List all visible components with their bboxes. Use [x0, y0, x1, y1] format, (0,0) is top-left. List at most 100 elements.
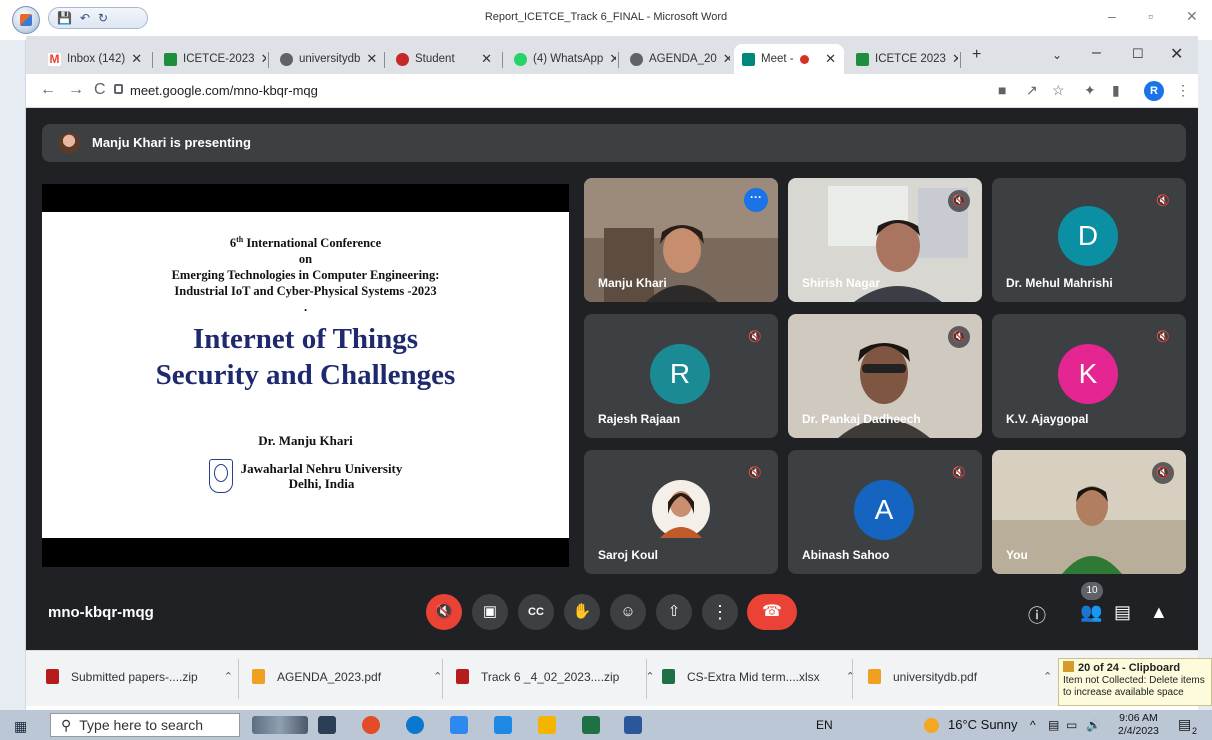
weather-text[interactable]: 16°C Sunny [948, 717, 1018, 732]
avatar [58, 132, 80, 154]
chrome-icon [630, 52, 643, 66]
download-item[interactable]: AGENDA_2023.pdf ⌃ [252, 669, 442, 684]
close-icon[interactable]: ✕ [131, 51, 142, 67]
word-scrollbar[interactable] [1198, 40, 1212, 710]
file-explorer-icon[interactable] [538, 716, 556, 734]
word-window-title: Report_ICETCE_Track 6_FINAL - Microsoft … [484, 11, 728, 23]
excel-icon[interactable] [582, 716, 600, 734]
notification-icon[interactable]: ▤ [1178, 716, 1191, 733]
raise-hand-button[interactable]: ✋ [564, 594, 600, 630]
downloads-bar: Submitted papers-....zip ⌃ AGENDA_2023.p… [26, 650, 1198, 706]
more-options-button[interactable]: ··· [744, 188, 768, 212]
tab-agenda[interactable]: AGENDA_20 ✕ [622, 44, 730, 74]
taskbar-search[interactable]: ⚲ Type here to search [50, 713, 240, 737]
download-item[interactable]: CS-Extra Mid term....xlsx ⌃ [662, 669, 855, 684]
profile-avatar[interactable]: R [1144, 81, 1164, 101]
forward-icon[interactable]: → [68, 81, 84, 99]
captions-button[interactable]: CC [518, 594, 554, 630]
info-icon[interactable]: ⓘ [1028, 602, 1046, 628]
chrome-minimize-button[interactable]: – [1092, 44, 1101, 62]
word-maximize-button[interactable]: ▫ [1148, 8, 1153, 24]
word-close-button[interactable]: ✕ [1186, 8, 1198, 25]
system-clock[interactable]: 9:06 AM 2/4/2023 [1118, 712, 1159, 738]
url-field[interactable]: meet.google.com/mno-kbqr-mqg [130, 83, 318, 98]
camera-icon[interactable]: ■ [998, 82, 1006, 98]
store-icon[interactable] [450, 716, 468, 734]
chrome-close-button[interactable]: ✕ [1170, 44, 1183, 64]
outlook-icon[interactable] [494, 716, 512, 734]
tab-whatsapp[interactable]: (4) WhatsApp ✕ [506, 44, 616, 74]
more-options-button[interactable]: ⋮ [702, 594, 738, 630]
participant-tile[interactable]: R 🔇 Rajesh Rajaan [584, 314, 778, 438]
close-icon[interactable]: ✕ [723, 51, 730, 67]
close-icon[interactable]: ✕ [261, 51, 266, 67]
participant-tile[interactable]: 🔇 You [992, 450, 1186, 574]
clipboard-notification[interactable]: 20 of 24 - Clipboard Item not Collected:… [1058, 658, 1212, 706]
new-tab-button[interactable]: + [972, 46, 981, 64]
edge-icon[interactable] [406, 716, 424, 734]
bookmark-star-icon[interactable]: ☆ [1052, 82, 1065, 99]
language-indicator[interactable]: EN [816, 718, 833, 732]
tab-student[interactable]: Student ✕ [388, 44, 500, 74]
people-icon[interactable]: 👥 [1080, 602, 1102, 623]
side-panel-icon[interactable]: ▮ [1112, 82, 1120, 99]
tab-search-chevron-icon[interactable]: ⌄ [1052, 48, 1062, 62]
participant-tile[interactable]: 🔇 Dr. Pankaj Dadheech [788, 314, 982, 438]
back-icon[interactable]: ← [40, 81, 56, 99]
participant-name: Dr. Mehul Mahrishi [1006, 276, 1113, 290]
mic-toggle-button[interactable]: 🔇 [426, 594, 462, 630]
tab-icetce[interactable]: ICETCE-2023 ✕ [156, 44, 266, 74]
word-icon[interactable] [624, 716, 642, 734]
network-icon[interactable]: ▤ [1048, 718, 1059, 732]
leave-call-button[interactable]: ☎ [747, 594, 797, 630]
tab-universitydb[interactable]: universitydb ✕ [272, 44, 382, 74]
close-icon[interactable]: ✕ [952, 51, 958, 67]
presenting-label: Manju Khari is presenting [92, 135, 251, 150]
participant-tile[interactable]: 🔇 Shirish Nagar [788, 178, 982, 302]
activities-icon[interactable]: ▲ [1150, 602, 1168, 623]
tab-inbox[interactable]: M Inbox (142) ✕ [40, 44, 150, 74]
tray-chevron-up-icon[interactable]: ^ [1030, 718, 1036, 732]
download-item[interactable]: Submitted papers-....zip ⌃ [46, 669, 233, 684]
participant-tile[interactable]: A 🔇 Abinash Sahoo [788, 450, 982, 574]
chevron-up-icon[interactable]: ⌃ [846, 670, 855, 683]
participant-count-badge: 10 [1081, 582, 1103, 600]
reload-icon[interactable]: C [94, 81, 106, 99]
zip-icon [46, 669, 59, 684]
tab-meet[interactable]: Meet - ✕ [734, 44, 844, 74]
chevron-up-icon[interactable]: ⌃ [224, 670, 233, 683]
task-view-icon[interactable] [318, 716, 336, 734]
word-minimize-button[interactable]: – [1108, 8, 1116, 24]
word-vertical-ruler [0, 40, 26, 710]
close-icon[interactable]: ✕ [825, 51, 836, 67]
present-button[interactable]: ⇧ [656, 594, 692, 630]
chevron-up-icon[interactable]: ⌃ [433, 670, 442, 683]
download-item[interactable]: universitydb.pdf ⌃ [868, 669, 1052, 684]
participant-tile[interactable]: ··· Manju Khari [584, 178, 778, 302]
chrome-maximize-button[interactable]: ☐ [1132, 46, 1144, 62]
reactions-button[interactable]: ☺ [610, 594, 646, 630]
close-icon[interactable]: ✕ [481, 51, 492, 67]
participant-tile[interactable]: K 🔇 K.V. Ajaygopal [992, 314, 1186, 438]
menu-dots-icon[interactable]: ⋮ [1176, 82, 1190, 99]
chat-icon[interactable]: ▤ [1114, 602, 1131, 623]
chevron-up-icon[interactable]: ⌃ [1043, 670, 1052, 683]
windows-start-icon[interactable]: ▦ [14, 718, 27, 735]
drive-icon [164, 52, 177, 66]
participant-tile[interactable]: D 🔇 Dr. Mehul Mahrishi [992, 178, 1186, 302]
participant-tile[interactable]: 🔇 Saroj Koul [584, 450, 778, 574]
tab-icetce-2023[interactable]: ICETCE 2023 ✕ [848, 44, 958, 74]
battery-icon[interactable]: ▭ [1066, 718, 1077, 732]
close-icon[interactable]: ✕ [366, 51, 377, 67]
download-name: AGENDA_2023.pdf [277, 669, 382, 684]
close-icon[interactable]: ✕ [609, 51, 616, 67]
camera-toggle-button[interactable]: ▣ [472, 594, 508, 630]
download-item[interactable]: Track 6 _4_02_2023....zip ⌃ [456, 669, 655, 684]
volume-icon[interactable]: 🔊 [1086, 718, 1101, 732]
chrome-taskbar-icon[interactable] [362, 716, 380, 734]
extensions-icon[interactable]: ✦ [1084, 82, 1096, 99]
taskbar-thumbnail[interactable] [252, 716, 308, 734]
pdf-icon [252, 669, 265, 684]
download-name: CS-Extra Mid term....xlsx [687, 669, 820, 684]
share-icon[interactable]: ↗ [1026, 82, 1038, 99]
